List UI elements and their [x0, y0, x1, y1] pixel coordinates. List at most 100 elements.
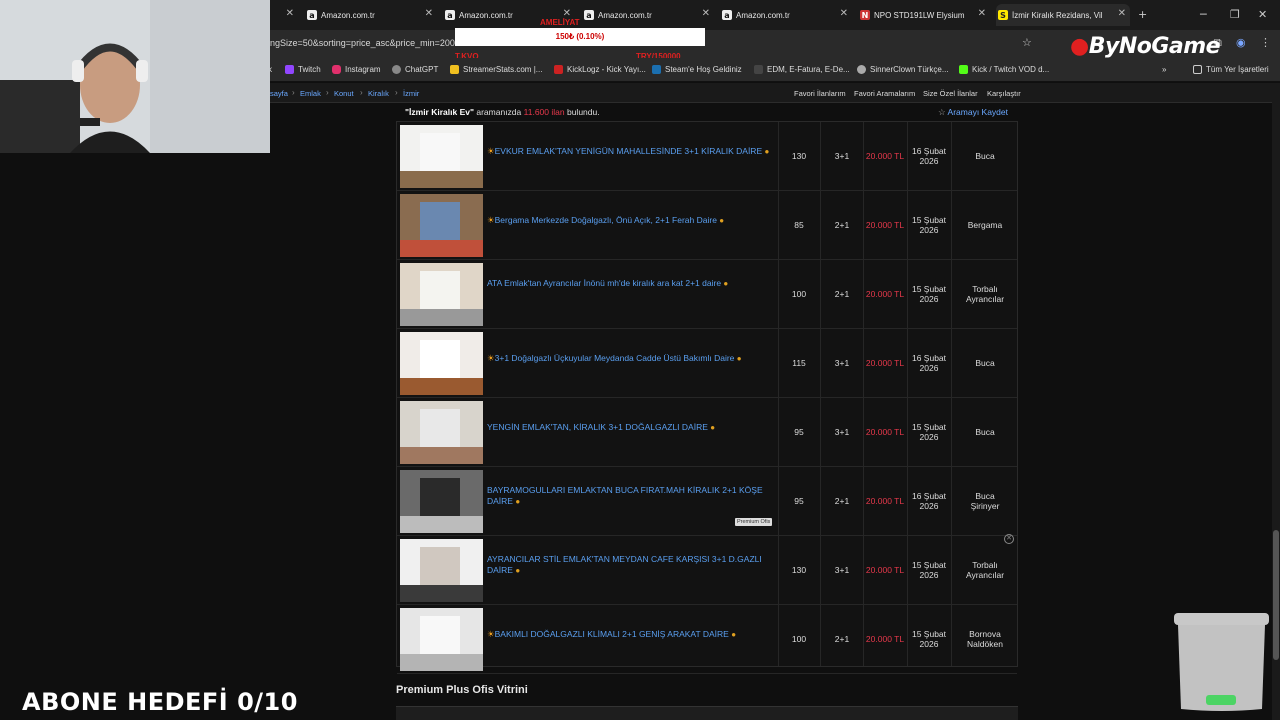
listing-row[interactable]: ☀Bergama Merkezde Doğalgazlı, Önü Açık, … — [397, 191, 1017, 260]
folder-icon — [1193, 65, 1202, 74]
listing-thumbnail[interactable] — [400, 608, 483, 671]
listing-title-link[interactable]: BAYRAMOGULLARI EMLAKTAN BUCA FIRAT.MAH K… — [487, 485, 772, 507]
bookmark-item[interactable]: Kick / Twitch VOD d... — [959, 65, 1049, 74]
tab-close-icon[interactable]: ✕ — [425, 8, 433, 19]
breadcrumb-item[interactable]: İzmir — [403, 89, 419, 98]
listing-title-link[interactable]: ATA Emlak'tan Ayrancılar İnönü mh'de kir… — [487, 278, 772, 289]
tab-close-icon[interactable]: ✕ — [286, 8, 294, 19]
browser-tab-active[interactable]: S İzmir Kiralık Rezidans, Vil ✕ — [996, 4, 1130, 26]
listing-photo — [400, 332, 483, 395]
listing-date-day: 15 Şubat — [911, 560, 947, 570]
tab-close-icon[interactable]: ✕ — [1118, 8, 1126, 19]
bookmark-item[interactable]: Steam'e Hoş Geldiniz — [652, 65, 742, 74]
listing-thumbnail[interactable] — [400, 194, 483, 257]
listing-title-link[interactable]: ☀EVKUR EMLAK'TAN YENİGÜN MAHALLESİNDE 3+… — [487, 146, 772, 157]
bookmark-item[interactable]: Instagram — [332, 65, 381, 74]
listing-date-year: 2026 — [919, 156, 939, 166]
bookmark-item[interactable]: Twitch — [285, 65, 321, 74]
listing-row[interactable]: ATA Emlak'tan Ayrancılar İnönü mh'de kir… — [397, 260, 1017, 329]
breadcrumb-item[interactable]: Kiralık — [368, 89, 389, 98]
listing-title-link[interactable]: ☀BAKIMLI DOĞALGAZLI KLİMALI 2+1 GENİŞ AR… — [487, 629, 772, 640]
listing-title-text: EVKUR EMLAK'TAN YENİGÜN MAHALLESİNDE 3+1… — [494, 146, 763, 156]
bookmark-item[interactable]: EDM, E-Fatura, E-De... — [754, 65, 850, 74]
breadcrumb-item[interactable]: sayfa — [270, 89, 288, 98]
bookmark-label: Twitch — [298, 65, 321, 74]
listing-title-link[interactable]: YENGİN EMLAK'TAN, KİRALIK 3+1 DOĞALGAZLI… — [487, 422, 772, 433]
listing-thumbnail[interactable] — [400, 470, 483, 533]
menu-icon[interactable]: ⋮ — [1260, 36, 1271, 49]
listing-thumbnail[interactable] — [400, 539, 483, 602]
listing-date: 16 Şubat 2026 — [907, 146, 951, 166]
close-ad-icon[interactable]: ✕ — [1004, 534, 1014, 544]
listing-thumbnail[interactable] — [400, 332, 483, 395]
listing-date-day: 16 Şubat — [911, 353, 947, 363]
listing-title-link[interactable]: AYRANCILAR STİL EMLAK'TAN MEYDAN CAFE KA… — [487, 554, 772, 576]
listing-rooms: 2+1 — [834, 289, 850, 299]
premium-section-bar — [396, 706, 1018, 720]
listings-table: ☀EVKUR EMLAK'TAN YENİGÜN MAHALLESİNDE 3+… — [396, 121, 1018, 674]
tab-close-icon[interactable]: ✕ — [978, 8, 986, 19]
listing-row[interactable]: YENGİN EMLAK'TAN, KİRALIK 3+1 DOĞALGAZLI… — [397, 398, 1017, 467]
star-icon: ☆ — [938, 107, 946, 117]
bookmark-item[interactable]: KickLogz - Kick Yayı... — [554, 65, 646, 74]
listing-location: Torbalı Ayrancılar — [952, 560, 1018, 580]
nav-favorite-listings[interactable]: Favori İlanlarım — [794, 89, 846, 98]
listing-title-text: BAYRAMOGULLARI EMLAKTAN BUCA FIRAT.MAH K… — [487, 485, 763, 506]
listing-photo — [400, 263, 483, 326]
bookmark-label: ChatGPT — [405, 65, 439, 74]
listing-thumbnail[interactable] — [400, 125, 483, 188]
maximize-icon[interactable]: ❐ — [1230, 8, 1240, 21]
listing-location: Buca — [952, 358, 1018, 368]
listing-location-neighborhood: Naldöken — [967, 639, 1003, 649]
tab-close-icon[interactable]: ✕ — [840, 8, 848, 19]
listing-title-link[interactable]: ☀Bergama Merkezde Doğalgazlı, Önü Açık, … — [487, 215, 772, 226]
breadcrumb-item[interactable]: Emlak — [300, 89, 321, 98]
listing-rooms: 3+1 — [834, 151, 850, 161]
listing-row[interactable]: ☀EVKUR EMLAK'TAN YENİGÜN MAHALLESİNDE 3+… — [397, 122, 1017, 191]
bookmark-star-icon[interactable]: ☆ — [1022, 36, 1032, 49]
browser-tab[interactable]: N NPO STD191LW Elysium ✕ — [858, 4, 990, 26]
listing-thumbnail[interactable] — [400, 263, 483, 326]
listing-title-link[interactable]: ☀3+1 Doğalgazlı Üçkuyular Meydanda Cadde… — [487, 353, 772, 364]
minimize-icon[interactable]: ─ — [1200, 8, 1207, 21]
new-tab-icon[interactable]: + — [1138, 8, 1147, 21]
bookmark-item[interactable]: ChatGPT — [392, 65, 438, 74]
listing-date-year: 2026 — [919, 363, 939, 373]
amazon-icon: a — [722, 10, 732, 20]
bookmarks-more-button[interactable]: » — [1162, 65, 1166, 74]
listing-date-day: 15 Şubat — [911, 284, 947, 294]
subscriber-goal-text: ABONE HEDEFİ 0/10 — [22, 688, 298, 716]
tab-close-icon[interactable]: ✕ — [702, 8, 710, 19]
bynogame-logo: ●ByNoGame — [1070, 34, 1221, 59]
listing-row[interactable]: AYRANCILAR STİL EMLAK'TAN MEYDAN CAFE KA… — [397, 536, 1017, 605]
listing-row[interactable]: ☀3+1 Doğalgazlı Üçkuyular Meydanda Cadde… — [397, 329, 1017, 398]
bookmark-label: EDM, E-Fatura, E-De... — [767, 65, 850, 74]
listing-row[interactable]: BAYRAMOGULLARI EMLAKTAN BUCA FIRAT.MAH K… — [397, 467, 1017, 536]
listing-date-year: 2026 — [919, 570, 939, 580]
all-bookmarks-folder[interactable]: Tüm Yer İşaretleri — [1193, 65, 1269, 74]
bookmark-item[interactable]: SinnerClown Türkçe... — [857, 65, 949, 74]
breadcrumb-separator-icon: › — [360, 88, 363, 97]
breadcrumb-item[interactable]: Konut — [334, 89, 354, 98]
browser-tab[interactable]: a Amazon.com.tr ✕ — [582, 4, 714, 26]
listing-location: Torbalı Ayrancılar — [952, 284, 1018, 304]
listing-row[interactable]: ☀BAKIMLI DOĞALGAZLI KLİMALI 2+1 GENİŞ AR… — [397, 605, 1017, 674]
listing-rooms: 2+1 — [834, 496, 850, 506]
save-search-button[interactable]: ☆ Aramayı Kaydet — [938, 107, 1008, 118]
browser-tab[interactable]: a Amazon.com.tr ✕ — [305, 4, 437, 26]
nav-favorite-searches[interactable]: Favori Aramalarım — [854, 89, 915, 98]
listing-location: Buca — [952, 427, 1018, 437]
listing-title-text: 3+1 Doğalgazlı Üçkuyular Meydanda Cadde … — [494, 353, 735, 363]
listing-thumbnail[interactable] — [400, 401, 483, 464]
url-field[interactable]: ngSize=50&sorting=price_asc&price_min=20… — [270, 38, 465, 48]
close-window-icon[interactable]: ✕ — [1258, 8, 1267, 21]
nav-special-listings[interactable]: Size Özel İlanlar — [923, 89, 978, 98]
breadcrumb-separator-icon: › — [292, 88, 295, 97]
search-suffix-text: bulundu. — [564, 107, 600, 117]
scrollbar-thumb[interactable] — [1273, 530, 1279, 660]
nav-compare[interactable]: Karşılaştır — [987, 89, 1021, 98]
profile-icon[interactable]: ◉ — [1236, 36, 1246, 49]
bookmark-item[interactable]: StreamerStats.com |... — [450, 65, 542, 74]
browser-tab[interactable]: a Amazon.com.tr ✕ — [720, 4, 852, 26]
listing-photo — [400, 125, 483, 188]
